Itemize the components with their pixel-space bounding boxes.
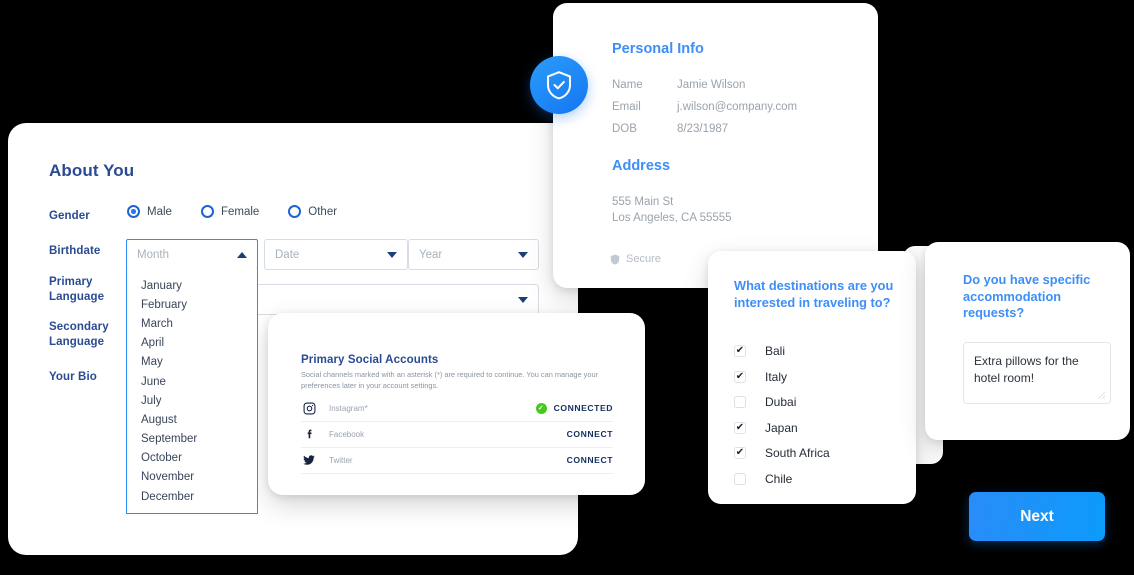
accommodation-textarea[interactable] [963, 342, 1111, 404]
gender-label: Gender [49, 210, 90, 222]
destination-option[interactable]: ✔ South Africa [734, 446, 830, 460]
gender-option-other-label: Other [308, 205, 338, 218]
month-option[interactable]: October [127, 449, 257, 468]
resize-grip-icon[interactable] [1097, 391, 1106, 400]
birthdate-year-value: Year [419, 248, 443, 261]
month-option[interactable]: July [127, 391, 257, 410]
address-body: 555 Main St Los Angeles, CA 55555 [612, 196, 732, 224]
destination-option-label: Japan [765, 420, 798, 435]
personal-info-value-email: j.wilson@company.com [677, 101, 798, 113]
primary-language-label: Primary Language [49, 276, 105, 303]
month-option[interactable]: June [127, 372, 257, 391]
social-action-twitter-label: CONNECT [566, 455, 613, 465]
social-card-subtitle: Social channels marked with an asterisk … [301, 370, 599, 390]
personal-info-value-dob: 8/23/1987 [677, 123, 729, 135]
social-card-title: Primary Social Accounts [301, 354, 439, 366]
social-name-facebook: Facebook [329, 429, 365, 439]
destination-option-label: Bali [765, 344, 786, 358]
birthdate-year-select[interactable]: Year [408, 239, 539, 270]
destinations-question: What destinations are you interested in … [734, 278, 894, 310]
screenshot-stage: About You Gender Birthdate Primary Langu… [0, 0, 1134, 575]
month-option[interactable]: December [127, 487, 257, 506]
check-circle-icon: ✓ [535, 402, 547, 414]
month-dropdown-list[interactable]: January February March April May June July Augu… [126, 269, 258, 515]
gender-option-other[interactable]: Other [288, 205, 337, 218]
destination-option[interactable]: ✔ Bali [734, 344, 785, 358]
personal-info-card: Personal Info Name Jamie Wilson Email j.… [553, 3, 878, 288]
social-row-facebook: Facebook CONNECT [301, 421, 613, 448]
social-row-instagram: Instagram* ✓ CONNECTED [301, 395, 613, 422]
personal-info-title: Personal Info [612, 41, 704, 57]
chevron-down-icon [518, 251, 528, 258]
month-option[interactable]: August [127, 410, 257, 429]
social-row-twitter: Twitter CONNECT [301, 447, 613, 474]
social-action-instagram[interactable]: ✓ CONNECTED [535, 402, 613, 414]
gender-option-male[interactable]: Male [127, 205, 172, 218]
gender-option-male-label: Male [147, 205, 172, 218]
checkbox-icon[interactable] [734, 472, 746, 485]
birthdate-month-select[interactable]: Month [126, 239, 258, 270]
birthdate-date-select[interactable]: Date [264, 239, 408, 270]
gender-option-female-label: Female [220, 205, 260, 218]
instagram-icon [301, 402, 317, 415]
shield-check-icon [547, 70, 571, 99]
secondary-language-label: Secondary Language [49, 321, 109, 348]
twitter-icon [301, 453, 317, 467]
personal-info-key-name: Name [612, 79, 643, 91]
next-button[interactable]: Next [969, 492, 1105, 541]
social-action-instagram-label: CONNECTED [553, 403, 613, 413]
gender-radio-group: Male Female Other [127, 205, 366, 218]
destination-option-label: Italy [765, 369, 788, 384]
shield-check-badge [530, 56, 588, 114]
destination-option-label: Chile [765, 471, 793, 486]
chevron-down-icon [387, 251, 397, 258]
birthdate-date-value: Date [275, 248, 300, 261]
birthdate-label: Birthdate [49, 245, 101, 257]
checkbox-checked-icon[interactable]: ✔ [734, 421, 746, 434]
birthdate-month-value: Month [137, 248, 169, 261]
month-option[interactable]: February [127, 295, 257, 314]
month-option[interactable]: January [127, 276, 257, 295]
destination-option[interactable]: Dubai [734, 395, 796, 409]
month-option[interactable]: May [127, 353, 257, 372]
shield-icon [610, 254, 620, 265]
destinations-card: What destinations are you interested in … [708, 251, 916, 504]
personal-info-key-dob: DOB [612, 123, 637, 135]
social-action-twitter[interactable]: CONNECT [567, 455, 613, 465]
month-option[interactable]: November [127, 468, 257, 487]
checkbox-checked-icon[interactable]: ✔ [734, 447, 746, 459]
facebook-icon [301, 428, 317, 441]
radio-icon-other[interactable] [288, 205, 302, 218]
month-option[interactable]: March [127, 314, 257, 333]
accommodation-question: Do you have specific accommodation reque… [963, 272, 1091, 320]
month-option[interactable]: September [127, 430, 257, 449]
month-option[interactable]: April [127, 334, 257, 353]
social-name-instagram: Instagram* [329, 403, 368, 413]
social-name-twitter: Twitter [329, 455, 353, 465]
page-title: About You [49, 161, 135, 180]
primary-social-accounts-card: Primary Social Accounts Social channels … [268, 313, 645, 495]
chevron-up-icon [237, 251, 247, 258]
social-action-facebook[interactable]: CONNECT [567, 429, 613, 439]
your-bio-label: Your Bio [49, 371, 97, 383]
radio-icon-male[interactable] [127, 205, 140, 218]
checkbox-checked-icon[interactable]: ✔ [734, 345, 746, 357]
social-action-facebook-label: CONNECT [566, 429, 613, 439]
chevron-down-icon [518, 296, 528, 303]
destination-option-label: Dubai [765, 395, 797, 409]
checkbox-icon[interactable] [734, 396, 746, 408]
address-title: Address [612, 158, 671, 174]
personal-info-key-email: Email [612, 101, 641, 113]
personal-info-value-name: Jamie Wilson [677, 79, 746, 91]
accommodation-card: Do you have specific accommodation reque… [925, 242, 1130, 440]
radio-icon-female[interactable] [200, 205, 214, 218]
secure-label: Secure [626, 253, 661, 265]
destination-option[interactable]: Chile [734, 472, 792, 486]
checkbox-checked-icon[interactable]: ✔ [734, 370, 746, 383]
gender-option-female[interactable]: Female [200, 205, 260, 218]
destination-option[interactable]: ✔ Japan [734, 421, 798, 435]
destination-option-label: South Africa [765, 446, 830, 460]
secure-status: Secure [610, 253, 661, 265]
destination-option[interactable]: ✔ Italy [734, 370, 787, 384]
